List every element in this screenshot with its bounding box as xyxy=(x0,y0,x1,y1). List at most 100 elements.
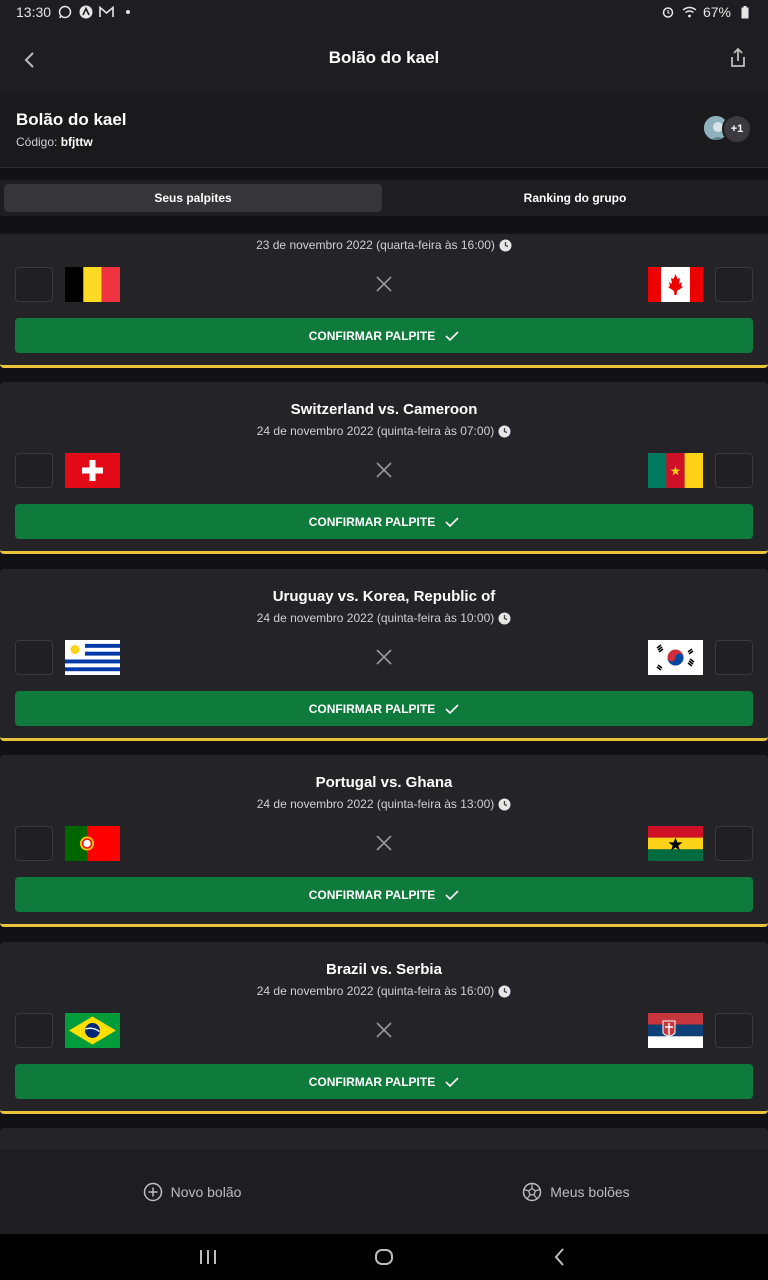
match-card: Uruguay vs. Korea, Republic of 24 de nov… xyxy=(0,569,768,741)
tabs: Seus palpites Ranking do grupo xyxy=(0,180,768,216)
wifi-icon xyxy=(682,5,697,20)
match-card: Portugal vs. Ghana 24 de novembro 2022 (… xyxy=(0,755,768,927)
match-card: Switzerland vs. Cameroon 24 de novembro … xyxy=(0,382,768,554)
serbia-flag-icon xyxy=(648,1013,703,1048)
recent-apps-icon xyxy=(200,1250,216,1264)
more-notifications-dot-icon xyxy=(120,5,135,20)
chevron-left-icon xyxy=(24,52,34,68)
check-icon xyxy=(445,889,459,900)
versus-x-icon xyxy=(376,1022,392,1038)
status-bar: 13:30 67% xyxy=(0,0,768,24)
status-right: 67% xyxy=(661,4,752,20)
system-navigation-bar xyxy=(0,1234,768,1280)
away-score-input[interactable] xyxy=(715,453,753,488)
check-icon xyxy=(445,1076,459,1087)
korea-flag-icon xyxy=(648,640,703,675)
match-date-text: 24 de novembro 2022 (quinta-feira às 07:… xyxy=(256,424,495,438)
group-code-label: Código: xyxy=(16,135,58,149)
portugal-flag-icon xyxy=(65,826,120,861)
clock-icon xyxy=(498,425,511,437)
match-date-text: 23 de novembro 2022 (quarta-feira às 16:… xyxy=(256,238,495,252)
match-date: 23 de novembro 2022 (quarta-feira às 16:… xyxy=(0,238,768,252)
system-back-button[interactable] xyxy=(548,1245,572,1269)
match-date: 24 de novembro 2022 (quinta-feira às 10:… xyxy=(0,611,768,625)
versus-x-icon xyxy=(376,276,392,292)
clock-icon xyxy=(498,612,511,624)
home-score-input[interactable] xyxy=(15,826,53,861)
match-title: Brazil vs. Serbia xyxy=(326,961,442,978)
match-title: Uruguay vs. Korea, Republic of xyxy=(272,588,496,605)
belgium-flag-icon xyxy=(65,267,120,302)
match-date-text: 24 de novembro 2022 (quinta-feira às 16:… xyxy=(256,984,495,998)
confirm-label: CONFIRMAR PALPITE xyxy=(308,1074,436,1089)
match-card: 23 de novembro 2022 (quarta-feira às 16:… xyxy=(0,234,768,368)
match-title: Portugal vs. Ghana xyxy=(315,774,453,791)
confirm-label: CONFIRMAR PALPITE xyxy=(308,514,436,529)
nav-novo-bolao-label: Novo bolão xyxy=(170,1184,242,1200)
away-score-input[interactable] xyxy=(715,826,753,861)
tab-seus-palpites[interactable]: Seus palpites xyxy=(4,184,382,212)
soccer-ball-icon xyxy=(523,1182,542,1202)
switzerland-flag-icon xyxy=(65,453,120,488)
confirm-palpite-button[interactable]: CONFIRMAR PALPITE xyxy=(15,877,753,912)
brazil-flag-icon xyxy=(65,1013,120,1048)
share-button[interactable] xyxy=(726,46,750,70)
home-icon xyxy=(375,1249,393,1265)
group-name: Bolão do kael xyxy=(16,110,127,129)
group-header: Bolão do kael Código: bfjttw +1 xyxy=(0,92,768,168)
plus-circle-icon xyxy=(143,1182,162,1202)
alarm-icon xyxy=(661,5,676,20)
clock-icon xyxy=(498,985,511,997)
versus-x-icon xyxy=(376,835,392,851)
match-date: 24 de novembro 2022 (quinta-feira às 13:… xyxy=(0,797,768,811)
nav-novo-bolao[interactable]: Novo bolão xyxy=(0,1150,384,1234)
battery-percentage: 67% xyxy=(702,4,731,20)
confirm-palpite-button[interactable]: CONFIRMAR PALPITE xyxy=(15,691,753,726)
match-date-text: 24 de novembro 2022 (quinta-feira às 13:… xyxy=(256,797,495,811)
match-title: Switzerland vs. Cameroon xyxy=(290,401,478,418)
nav-meus-boloes[interactable]: Meus bolões xyxy=(384,1150,768,1234)
clock-icon xyxy=(498,798,511,810)
confirm-label: CONFIRMAR PALPITE xyxy=(308,701,436,716)
confirm-palpite-button[interactable]: CONFIRMAR PALPITE xyxy=(15,504,753,539)
clock-icon xyxy=(499,239,512,251)
versus-x-icon xyxy=(376,462,392,478)
status-time: 13:30 xyxy=(16,4,52,20)
whatsapp-icon xyxy=(57,5,72,20)
tab-ranking-do-grupo[interactable]: Ranking do grupo xyxy=(386,184,764,212)
app-bar: Bolão do kael xyxy=(0,24,768,92)
match-date: 24 de novembro 2022 (quinta-feira às 07:… xyxy=(0,424,768,438)
members-avatars[interactable]: +1 xyxy=(702,114,752,144)
cameroon-flag-icon xyxy=(648,453,703,488)
home-score-input[interactable] xyxy=(15,267,53,302)
app-notification-icon xyxy=(78,5,93,20)
home-score-input[interactable] xyxy=(15,1013,53,1048)
match-card-partial xyxy=(0,1128,768,1150)
group-code-value: bfjttw xyxy=(60,135,93,149)
page-title: Bolão do kael xyxy=(328,48,440,67)
check-icon xyxy=(445,516,459,527)
more-members-badge: +1 xyxy=(722,114,752,144)
group-code: Código: bfjttw xyxy=(16,135,93,149)
back-arrow-icon xyxy=(554,1248,564,1266)
back-button[interactable] xyxy=(18,48,42,72)
nav-meus-boloes-label: Meus bolões xyxy=(550,1184,630,1200)
confirm-label: CONFIRMAR PALPITE xyxy=(308,887,436,902)
check-icon xyxy=(445,703,459,714)
versus-x-icon xyxy=(376,649,392,665)
confirm-palpite-button[interactable]: CONFIRMAR PALPITE xyxy=(15,1064,753,1099)
share-icon xyxy=(731,47,745,67)
home-score-input[interactable] xyxy=(15,453,53,488)
confirm-palpite-button[interactable]: CONFIRMAR PALPITE xyxy=(15,318,753,353)
away-score-input[interactable] xyxy=(715,1013,753,1048)
bottom-nav: Novo bolão Meus bolões xyxy=(0,1150,768,1234)
check-icon xyxy=(445,330,459,341)
home-score-input[interactable] xyxy=(15,640,53,675)
away-score-input[interactable] xyxy=(715,640,753,675)
canada-flag-icon xyxy=(648,267,703,302)
recent-apps-button[interactable] xyxy=(196,1245,220,1269)
match-date: 24 de novembro 2022 (quinta-feira às 16:… xyxy=(0,984,768,998)
match-list[interactable]: 23 de novembro 2022 (quarta-feira às 16:… xyxy=(0,234,768,1150)
away-score-input[interactable] xyxy=(715,267,753,302)
home-button[interactable] xyxy=(372,1245,396,1269)
